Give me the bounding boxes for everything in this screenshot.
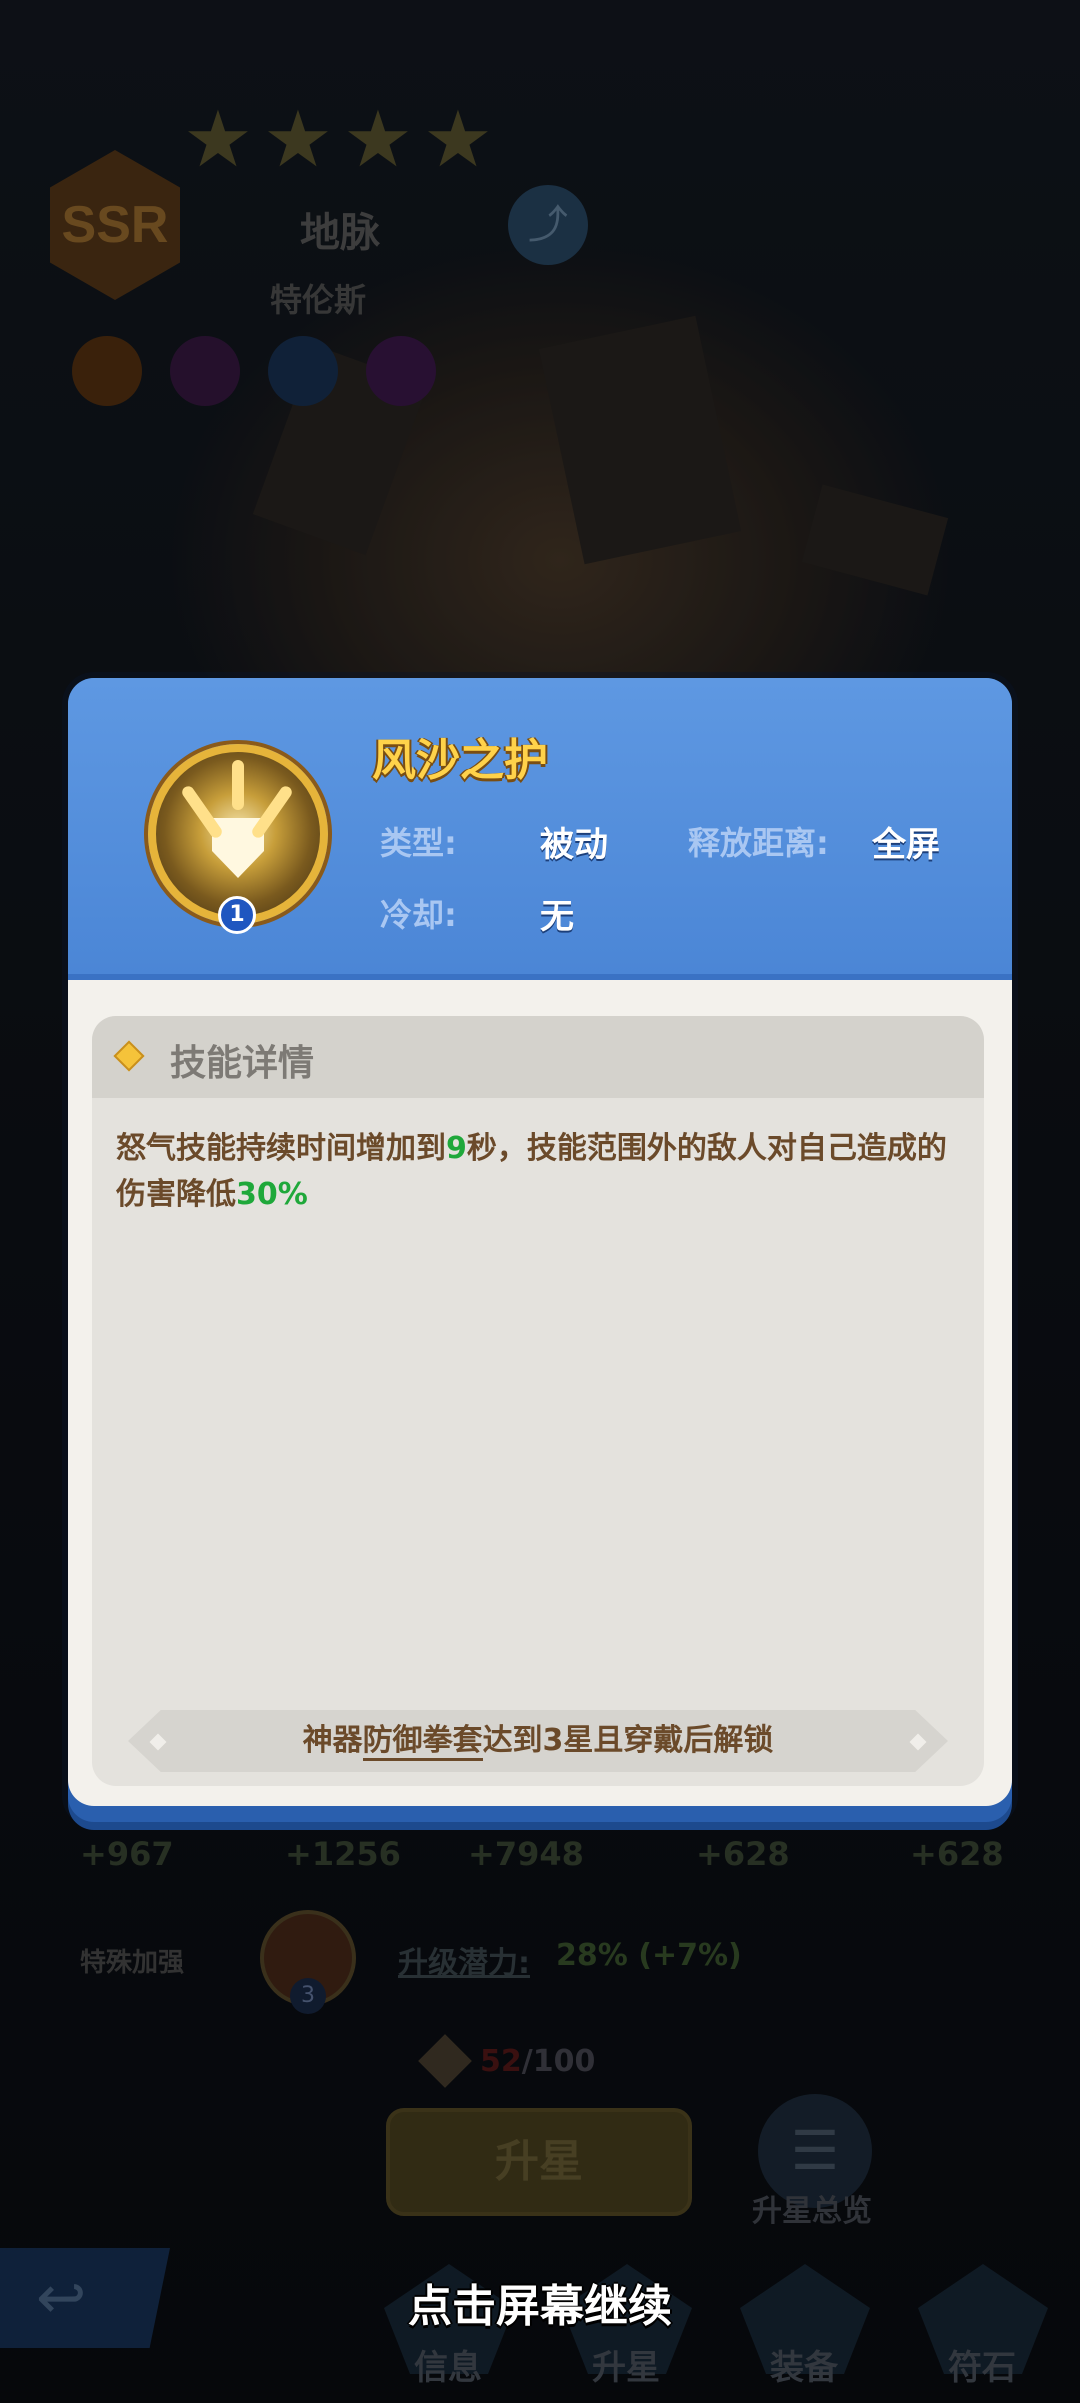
unlock-suffix: 达到3星且穿戴后解锁 xyxy=(482,1723,774,1758)
description-text: 怒气技能持续时间增加到 xyxy=(116,1131,446,1166)
skill-description: 怒气技能持续时间增加到9秒，技能范围外的敌人对自己造成的伤害降低30% xyxy=(116,1126,960,1218)
type-value: 被动 xyxy=(540,825,608,865)
skill-detail-card: 技能详情 怒气技能持续时间增加到9秒，技能范围外的敌人对自己造成的伤害降低30%… xyxy=(92,1016,984,1786)
description-highlight-duration: 9 xyxy=(446,1131,467,1166)
arrow-decoration xyxy=(179,783,225,841)
unlock-prefix: 神器 xyxy=(302,1723,363,1758)
range-value: 全屏 xyxy=(872,825,940,865)
modal-body: 技能详情 怒气技能持续时间增加到9秒，技能范围外的敌人对自己造成的伤害降低30%… xyxy=(68,980,1012,1806)
arrow-decoration xyxy=(232,760,244,810)
unlock-condition-text: 神器防御拳套达到3星且穿戴后解锁 xyxy=(128,1710,948,1772)
cooldown-label: 冷却: xyxy=(380,896,457,934)
modal-header: 1 风沙之护 类型: 被动 释放距离: 全屏 冷却: 无 xyxy=(68,678,1012,980)
skill-detail-modal: 1 风沙之护 类型: 被动 释放距离: 全屏 冷却: 无 技能详情 怒气技能持续… xyxy=(68,678,1012,1822)
unlock-condition-bar: 神器防御拳套达到3星且穿戴后解锁 xyxy=(128,1710,948,1772)
detail-title: 技能详情 xyxy=(170,1043,315,1084)
type-label: 类型: xyxy=(380,824,457,862)
cooldown-value: 无 xyxy=(540,897,574,937)
artifact-link[interactable]: 防御拳套 xyxy=(362,1723,483,1761)
skill-level-badge: 1 xyxy=(218,896,256,934)
description-highlight-percent: 30% xyxy=(236,1177,308,1212)
tap-to-continue-hint[interactable]: 点击屏幕继续 xyxy=(0,2270,1080,2334)
range-label: 释放距离: xyxy=(688,824,829,862)
diamond-icon xyxy=(113,1040,145,1072)
skill-name: 风沙之护 xyxy=(372,735,548,786)
detail-header: 技能详情 xyxy=(92,1016,984,1098)
arrow-decoration xyxy=(249,783,295,841)
